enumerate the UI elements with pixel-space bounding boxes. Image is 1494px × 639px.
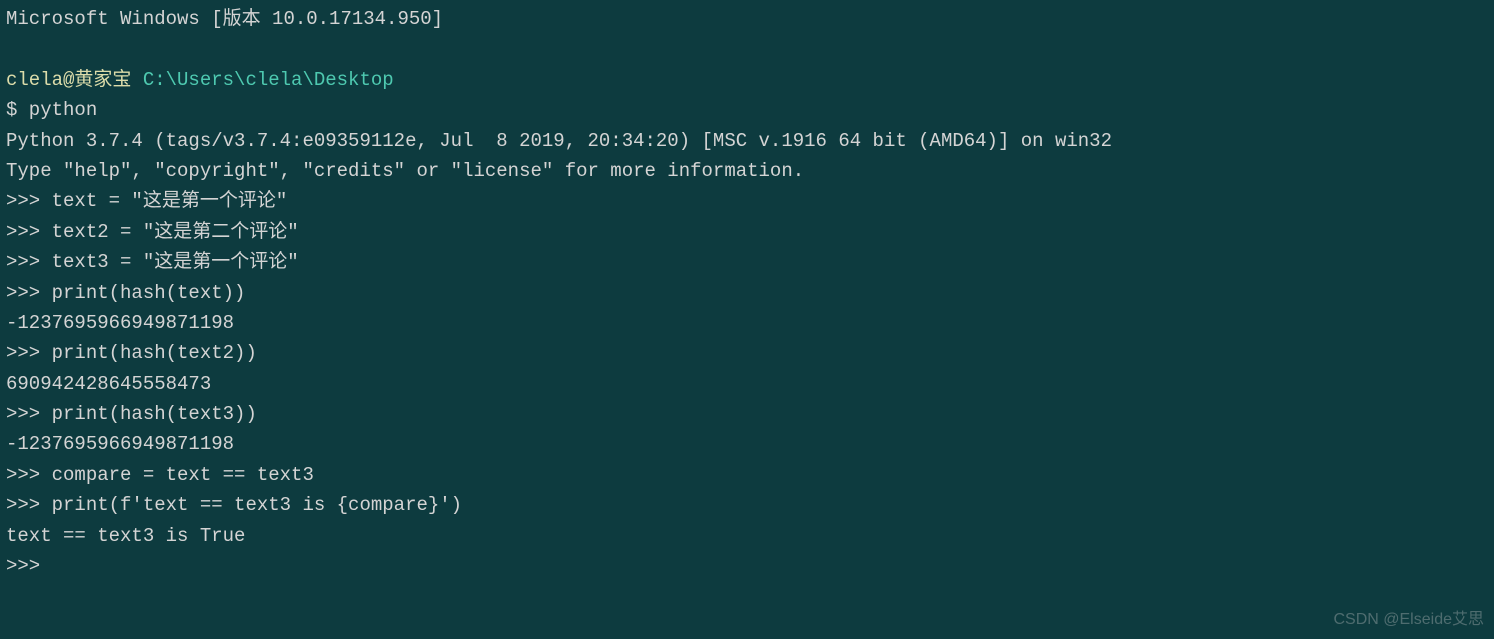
prompt-path: C:\Users\clela\Desktop: [131, 69, 393, 91]
repl-line[interactable]: >>> print(f'text == text3 is {compare}'): [6, 490, 1488, 520]
repl-line[interactable]: >>> print(hash(text3)): [6, 399, 1488, 429]
repl-line[interactable]: >>> compare = text == text3: [6, 460, 1488, 490]
python-version-line: Python 3.7.4 (tags/v3.7.4:e09359112e, Ju…: [6, 126, 1488, 156]
repl-line[interactable]: >>> print(hash(text2)): [6, 338, 1488, 368]
shell-command-line[interactable]: $ python: [6, 95, 1488, 125]
prompt-user: clela@黄家宝: [6, 69, 131, 91]
repl-output: 690942428645558473: [6, 369, 1488, 399]
repl-line[interactable]: >>> text = "这是第一个评论": [6, 186, 1488, 216]
repl-line[interactable]: >>> text3 = "这是第一个评论": [6, 247, 1488, 277]
python-help-line: Type "help", "copyright", "credits" or "…: [6, 156, 1488, 186]
repl-output: text == text3 is True: [6, 521, 1488, 551]
prompt-line: clela@黄家宝 C:\Users\clela\Desktop: [6, 65, 1488, 95]
blank-line: [6, 34, 1488, 64]
repl-prompt[interactable]: >>>: [6, 551, 1488, 581]
repl-line[interactable]: >>> print(hash(text)): [6, 278, 1488, 308]
repl-line[interactable]: >>> text2 = "这是第二个评论": [6, 217, 1488, 247]
watermark-text: CSDN @Elseide艾思: [1333, 607, 1484, 633]
repl-output: -1237695966949871198: [6, 308, 1488, 338]
repl-output: -1237695966949871198: [6, 429, 1488, 459]
windows-version-line: Microsoft Windows [版本 10.0.17134.950]: [6, 4, 1488, 34]
